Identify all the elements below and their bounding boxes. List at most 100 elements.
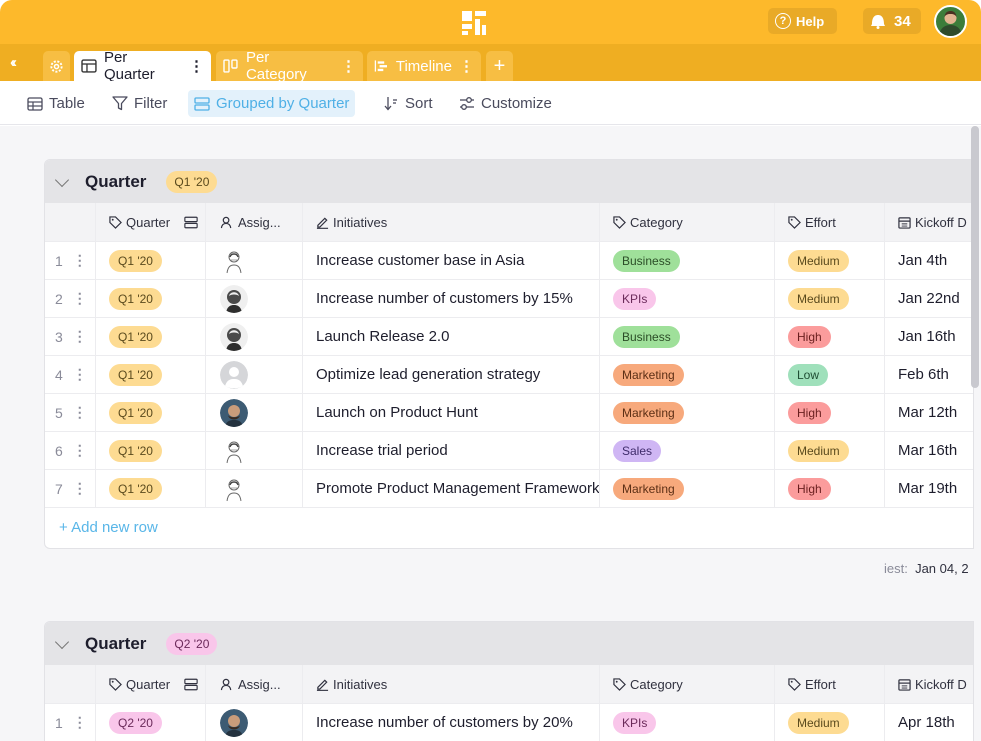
initiative-cell[interactable]: Launch Release 2.0 (303, 318, 600, 355)
quarter-cell[interactable]: Q1 '20 (96, 394, 206, 431)
initiative-cell[interactable]: Increase number of customers by 15% (303, 280, 600, 317)
help-button[interactable]: ? Help (768, 8, 837, 34)
effort-cell[interactable]: High (775, 394, 885, 431)
notifications-button[interactable]: 34 (863, 8, 921, 34)
chevron-down-icon[interactable] (54, 634, 70, 649)
table-view-button[interactable]: Table (21, 90, 91, 117)
user-avatar[interactable] (934, 5, 967, 38)
table-row[interactable]: 5 ⋮ Q1 '20 Launch on Product Hunt Market… (45, 394, 973, 432)
vertical-scrollbar[interactable] (971, 126, 979, 388)
effort-cell[interactable]: Medium (775, 432, 885, 469)
row-menu-icon[interactable]: ⋮ (73, 252, 87, 269)
tab-timeline[interactable]: Timeline ⋮ (367, 51, 481, 81)
category-cell[interactable]: Business (600, 242, 775, 279)
tab-menu-icon[interactable]: ⋮ (459, 59, 474, 74)
category-cell[interactable]: Marketing (600, 470, 775, 507)
add-view-button[interactable]: + (486, 51, 513, 81)
category-cell[interactable]: Marketing (600, 394, 775, 431)
effort-cell[interactable]: Medium (775, 704, 885, 741)
column-header-initiatives[interactable]: Initiatives (303, 665, 600, 703)
category-cell[interactable]: KPIs (600, 704, 775, 741)
sort-button[interactable]: Sort (377, 90, 439, 117)
category-cell[interactable]: Marketing (600, 356, 775, 393)
assignee-cell[interactable] (206, 356, 303, 393)
add-new-row-button[interactable]: + Add new row (45, 508, 973, 546)
column-header-assignee[interactable]: Assig... (206, 665, 303, 703)
effort-cell[interactable]: High (775, 318, 885, 355)
effort-cell[interactable]: Medium (775, 242, 885, 279)
assignee-cell[interactable] (206, 242, 303, 279)
initiative-cell[interactable]: Increase number of customers by 20% (303, 704, 600, 741)
column-header-kickoff[interactable]: Kickoff D (885, 203, 973, 241)
collapse-sidebar-icon[interactable]: ‹‹ (10, 54, 17, 71)
quarter-cell[interactable]: Q1 '20 (96, 356, 206, 393)
tab-per-quarter[interactable]: Per Quarter ⋮ (74, 49, 211, 83)
table-row[interactable]: 6 ⋮ Q1 '20 Increase trial period Sales M… (45, 432, 973, 470)
kickoff-cell[interactable]: Jan 22nd (885, 280, 973, 317)
initiative-cell[interactable]: Increase trial period (303, 432, 600, 469)
kickoff-cell[interactable]: Jan 16th (885, 318, 973, 355)
assignee-cell[interactable] (206, 704, 303, 741)
column-header-kickoff[interactable]: Kickoff D (885, 665, 973, 703)
kickoff-cell[interactable]: Mar 12th (885, 394, 973, 431)
row-menu-icon[interactable]: ⋮ (73, 366, 87, 383)
quarter-cell[interactable]: Q1 '20 (96, 470, 206, 507)
views-settings-button[interactable] (43, 51, 70, 81)
table-row[interactable]: 1 ⋮ Q1 '20 Increase customer base in Asi… (45, 242, 973, 280)
table-row[interactable]: 7 ⋮ Q1 '20 Promote Product Management Fr… (45, 470, 973, 508)
category-cell[interactable]: Business (600, 318, 775, 355)
column-header-category[interactable]: Category (600, 203, 775, 241)
quarter-cell[interactable]: Q1 '20 (96, 242, 206, 279)
table-row[interactable]: 1 ⋮ Q2 '20 Increase number of customers … (45, 704, 973, 741)
group-header[interactable]: Quarter Q1 '20 (45, 160, 973, 203)
column-header-effort[interactable]: Effort (775, 665, 885, 703)
initiative-cell[interactable]: Launch on Product Hunt (303, 394, 600, 431)
assignee-cell[interactable] (206, 280, 303, 317)
column-header-category[interactable]: Category (600, 665, 775, 703)
column-header-assignee[interactable]: Assig... (206, 203, 303, 241)
app-logo-icon[interactable] (460, 9, 488, 37)
quarter-cell[interactable]: Q1 '20 (96, 318, 206, 355)
tab-menu-icon[interactable]: ⋮ (189, 59, 204, 74)
assignee-cell[interactable] (206, 432, 303, 469)
effort-cell[interactable]: High (775, 470, 885, 507)
group-header[interactable]: Quarter Q2 '20 (45, 622, 973, 665)
kickoff-cell[interactable]: Feb 6th (885, 356, 973, 393)
table-row[interactable]: 3 ⋮ Q1 '20 Launch Release 2.0 Business H… (45, 318, 973, 356)
quarter-cell[interactable]: Q2 '20 (96, 704, 206, 741)
column-header-quarter[interactable]: Quarter (96, 203, 206, 241)
column-header-effort[interactable]: Effort (775, 203, 885, 241)
assignee-cell[interactable] (206, 318, 303, 355)
tab-menu-icon[interactable]: ⋮ (341, 59, 356, 74)
category-cell[interactable]: KPIs (600, 280, 775, 317)
row-menu-icon[interactable]: ⋮ (73, 480, 87, 497)
kickoff-cell[interactable]: Jan 4th (885, 242, 973, 279)
table-row[interactable]: 4 ⋮ Q1 '20 Optimize lead generation stra… (45, 356, 973, 394)
table-row[interactable]: 2 ⋮ Q1 '20 Increase number of customers … (45, 280, 973, 318)
effort-cell[interactable]: Medium (775, 280, 885, 317)
kickoff-cell[interactable]: Apr 18th (885, 704, 973, 741)
assignee-cell[interactable] (206, 470, 303, 507)
row-menu-icon[interactable]: ⋮ (73, 290, 87, 307)
quarter-cell[interactable]: Q1 '20 (96, 280, 206, 317)
customize-button[interactable]: Customize (453, 90, 558, 117)
initiative-cell[interactable]: Optimize lead generation strategy (303, 356, 600, 393)
row-menu-icon[interactable]: ⋮ (73, 714, 87, 731)
chevron-down-icon[interactable] (54, 172, 70, 187)
row-menu-icon[interactable]: ⋮ (73, 328, 87, 345)
quarter-cell[interactable]: Q1 '20 (96, 432, 206, 469)
kickoff-cell[interactable]: Mar 16th (885, 432, 973, 469)
group-by-button[interactable]: Grouped by Quarter (188, 90, 356, 117)
column-header-quarter[interactable]: Quarter (96, 665, 206, 703)
row-menu-icon[interactable]: ⋮ (73, 442, 87, 459)
column-header-initiatives[interactable]: Initiatives (303, 203, 600, 241)
category-cell[interactable]: Sales (600, 432, 775, 469)
assignee-cell[interactable] (206, 394, 303, 431)
initiative-cell[interactable]: Increase customer base in Asia (303, 242, 600, 279)
effort-cell[interactable]: Low (775, 356, 885, 393)
filter-button[interactable]: Filter (106, 90, 173, 117)
initiative-cell[interactable]: Promote Product Management Framework (303, 470, 600, 507)
kickoff-cell[interactable]: Mar 19th (885, 470, 973, 507)
row-menu-icon[interactable]: ⋮ (73, 404, 87, 421)
tab-per-category[interactable]: Per Category ⋮ (216, 49, 363, 83)
